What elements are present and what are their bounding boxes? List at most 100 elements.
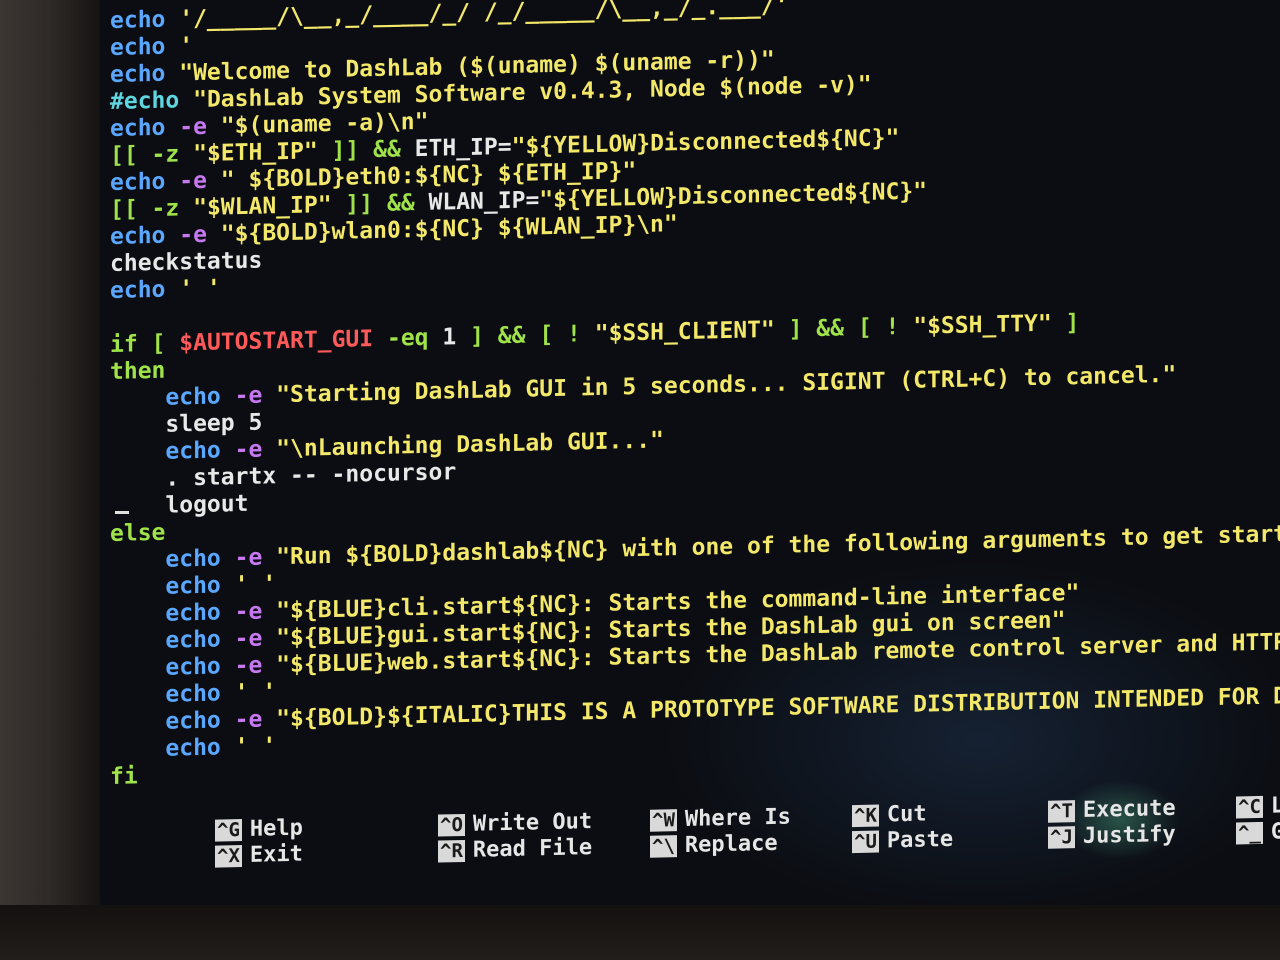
- shortcut-item[interactable]: ^W Where Is: [650, 805, 791, 834]
- text-cursor: [115, 511, 129, 514]
- code-token: ]: [1051, 310, 1080, 337]
- code-token: "$ETH_IP": [193, 138, 318, 168]
- code-token: echo: [165, 680, 221, 708]
- code-line[interactable]: echo -e "${BOLD}${ITALIC}THIS IS A PROTO…: [110, 682, 1280, 736]
- code-token: -e: [220, 598, 263, 626]
- code-line[interactable]: echo -e "Starting DashLab GUI in 5 secon…: [110, 362, 1176, 412]
- code-token: -e: [220, 436, 263, 464]
- shortcut-key: ^T: [1048, 800, 1075, 823]
- code-line[interactable]: fi: [110, 763, 138, 790]
- code-token: #echo: [110, 87, 180, 115]
- code-token: "$WLAN_IP": [193, 191, 332, 222]
- code-token: ' ': [220, 733, 277, 761]
- code-line[interactable]: then: [110, 358, 165, 385]
- code-token: echo: [165, 383, 221, 411]
- code-token: -e: [220, 625, 263, 653]
- shortcut-item[interactable]: ^O Write Out: [438, 809, 592, 838]
- code-token: echo: [165, 572, 221, 600]
- shortcut-item[interactable]: ^G Help: [215, 816, 303, 844]
- code-line[interactable]: logout: [110, 491, 248, 520]
- shortcut-item[interactable]: ^T Execute: [1048, 796, 1176, 825]
- code-token: echo: [165, 437, 221, 465]
- nano-editor-buffer[interactable]: echo '/_____/\__,_/____/_/ /_/_____/\__,…: [110, 0, 1280, 800]
- shortcut-key: ^J: [1048, 826, 1075, 849]
- shortcut-item[interactable]: ^K Cut: [852, 801, 927, 829]
- shortcut-label: Cut: [886, 801, 927, 828]
- code-token: echo: [110, 222, 166, 250]
- shortcut-item[interactable]: ^R Read File: [438, 835, 592, 864]
- code-token: "$SSH_TTY": [913, 310, 1052, 340]
- code-line[interactable]: echo '/_____/\__,_/____/_/ /_/_____/\__,…: [110, 0, 789, 34]
- code-line[interactable]: else: [110, 520, 165, 547]
- shortcut-label: Help: [249, 815, 303, 842]
- code-line[interactable]: sleep 5: [110, 410, 262, 439]
- code-token: echo: [110, 33, 166, 61]
- code-token: ]] &&: [331, 189, 429, 218]
- code-token: -e: [220, 544, 263, 572]
- code-token: -e: [220, 382, 263, 410]
- code-token: "Run ${BOLD}dashlab${NC} with one of the…: [262, 520, 1280, 571]
- code-token: 1: [442, 324, 457, 351]
- shortcut-key: ^O: [438, 813, 465, 837]
- code-token: ] && [ !: [774, 313, 914, 343]
- code-token: "${YELLOW}Disconnected${NC}": [511, 125, 900, 160]
- shortcut-label: Justify: [1082, 821, 1176, 849]
- shortcut-item[interactable]: ^X Exit: [215, 842, 303, 870]
- code-token: ': [165, 33, 194, 60]
- shortcut-item[interactable]: ^_ G: [1236, 819, 1280, 846]
- code-token: [[ -z: [110, 141, 194, 169]
- shortcut-label: Write Out: [472, 809, 593, 837]
- shortcut-item[interactable]: ^C L: [1236, 793, 1280, 820]
- code-line[interactable]: if [ $AUTOSTART_GUI -eq 1 ] && [ ! "$SSH…: [110, 310, 1079, 358]
- shortcut-key: ^R: [438, 839, 465, 863]
- shortcut-label: L: [1270, 793, 1280, 819]
- shortcut-label: G: [1270, 819, 1280, 845]
- shortcut-label: Paste: [886, 826, 954, 854]
- code-token: -eq: [373, 324, 443, 353]
- monitor-bezel-left: [0, 0, 100, 960]
- code-token: if [: [110, 330, 180, 358]
- shortcut-item[interactable]: ^U Paste: [852, 827, 953, 855]
- shortcut-item[interactable]: ^\ Replace: [650, 831, 778, 860]
- code-token: ETH_IP=: [414, 133, 512, 163]
- code-token: echo: [110, 114, 166, 142]
- code-line[interactable]: echo ' ': [110, 733, 276, 763]
- code-line[interactable]: echo ' ': [110, 679, 276, 709]
- code-line[interactable]: echo -e "Run ${BOLD}dashlab${NC} with on…: [110, 520, 1280, 574]
- code-token: "\nLaunching DashLab GUI...": [262, 427, 664, 463]
- code-token: [[ -z: [110, 195, 194, 223]
- code-token: WLAN_IP=: [428, 187, 540, 216]
- code-line[interactable]: echo ' ': [110, 275, 221, 304]
- code-token: echo: [110, 168, 166, 196]
- code-token: else: [110, 519, 166, 547]
- code-token: -e: [165, 221, 207, 249]
- code-token: ]] &&: [317, 136, 415, 165]
- code-line[interactable]: checkstatus: [110, 248, 262, 277]
- code-line[interactable]: echo ': [110, 33, 193, 61]
- shortcut-key: ^U: [852, 830, 879, 854]
- code-token: -e: [220, 652, 263, 680]
- code-token: -e: [165, 167, 207, 195]
- code-token: ' ': [165, 275, 221, 303]
- code-token: logout: [110, 490, 249, 520]
- shortcut-label: Read File: [472, 835, 593, 863]
- code-token: ' ': [220, 679, 277, 707]
- code-token: echo: [165, 599, 221, 627]
- code-token: echo: [110, 60, 166, 88]
- code-token: echo: [165, 626, 221, 654]
- code-token: echo: [110, 276, 166, 304]
- shortcut-item[interactable]: ^J Justify: [1048, 822, 1176, 851]
- code-token: echo: [110, 6, 166, 34]
- code-token: echo: [165, 734, 221, 762]
- shortcut-key: ^W: [650, 809, 677, 832]
- code-line[interactable]: echo ' ': [110, 571, 276, 601]
- code-token: $AUTOSTART_GUI: [179, 326, 374, 357]
- shortcut-key: ^X: [215, 845, 242, 868]
- shortcut-key: ^G: [215, 819, 242, 842]
